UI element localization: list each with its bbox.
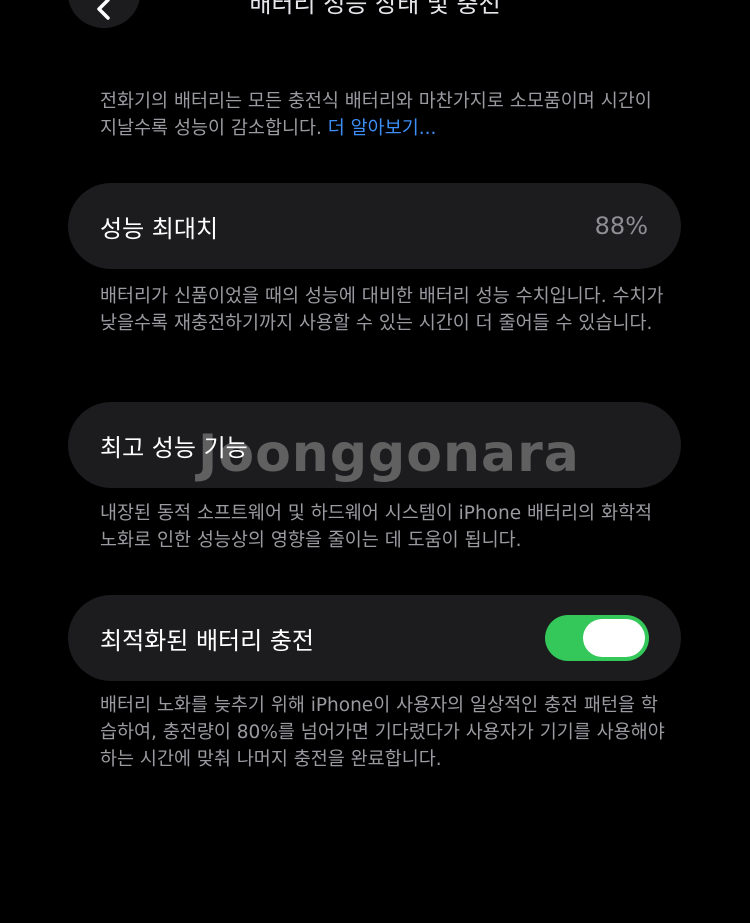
learn-more-link[interactable]: 더 알아보기...: [328, 118, 437, 139]
optimized-charging-row: 최적화된 배터리 충전: [68, 595, 681, 681]
chevron-left-icon: [93, 0, 115, 20]
watermark: Joonggonara: [198, 424, 580, 484]
peak-performance-description: 내장된 동적 소프트웨어 및 하드웨어 시스템이 iPhone 배터리의 화학적…: [100, 503, 653, 551]
toggle-knob: [583, 619, 645, 657]
page-title: 배터리 성능 상태 및 충전: [249, 0, 501, 18]
optimized-charging-label: 최적화된 배터리 충전: [100, 626, 314, 655]
max-capacity-label: 성능 최대치: [100, 214, 219, 243]
max-capacity-value: 88%: [594, 212, 648, 240]
back-button[interactable]: [68, 0, 140, 28]
intro-text: 전화기의 배터리는 모든 충전식 배터리와 마찬가지로 소모품이며 시간이 지날…: [100, 88, 670, 142]
optimized-charging-description: 배터리 노화를 늦추기 위해 iPhone이 사용자의 일상적인 충전 패턴을 …: [100, 695, 665, 770]
max-capacity-row: 성능 최대치 88%: [68, 183, 681, 269]
max-capacity-description: 배터리가 신품이었을 때의 성능에 대비한 배터리 성능 수치입니다. 수치가 …: [100, 286, 664, 334]
optimized-charging-toggle[interactable]: [545, 615, 649, 661]
